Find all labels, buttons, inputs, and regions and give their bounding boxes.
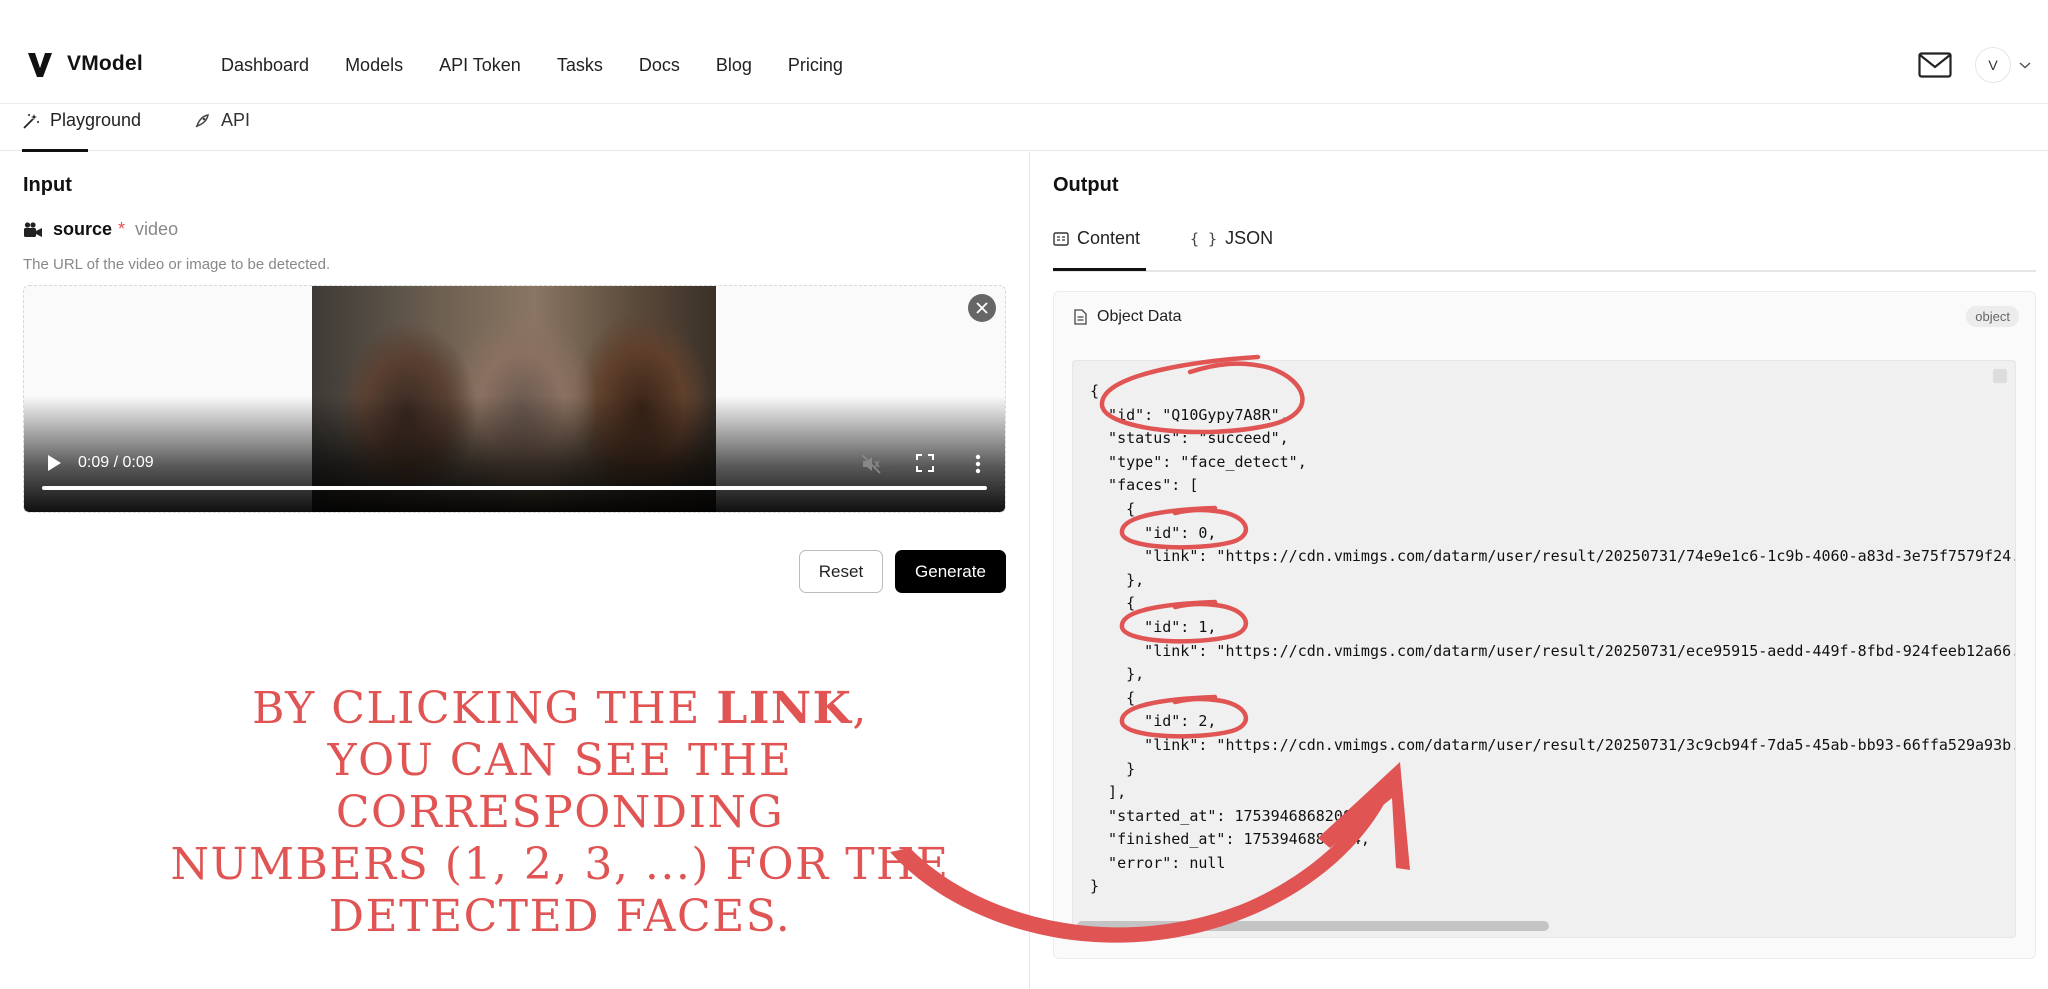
code-line: "type": "face_detect",	[1108, 452, 1307, 471]
annotation-caption: By clicking the link, you can see the co…	[100, 683, 1020, 943]
code-line: }	[1090, 877, 1100, 896]
tab-content[interactable]: Content	[1053, 228, 1140, 249]
logo[interactable]: VModel	[27, 50, 143, 78]
code-line: "link": "https://cdn.vmimgs.com/datarm/u…	[1144, 641, 2016, 660]
source-description: The URL of the video or image to be dete…	[23, 256, 331, 273]
code-line: "id": 2,	[1144, 712, 1217, 731]
active-output-tab-indicator	[1053, 268, 1146, 271]
vmodel-logo-icon	[28, 53, 52, 77]
generate-button[interactable]: Generate	[895, 550, 1006, 593]
horizontal-scrollbar[interactable]	[1077, 921, 1549, 931]
type-badge: object	[1966, 306, 2019, 327]
json-code-viewer[interactable]: { "id": "Q10Gypy7A8R", "status": "succee…	[1072, 360, 2016, 938]
document-icon	[1074, 309, 1087, 325]
nav-pricing[interactable]: Pricing	[788, 55, 843, 76]
code-line: "id": "Q10Gypy7A8R",	[1108, 405, 1289, 424]
object-data-header: Object Data	[1074, 308, 1181, 326]
required-marker: *	[118, 219, 126, 239]
top-navigation-bar: VModel Dashboard Models API Token Tasks …	[0, 0, 2048, 104]
nav-tasks[interactable]: Tasks	[557, 55, 603, 76]
nav-models[interactable]: Models	[345, 55, 403, 76]
mail-icon[interactable]	[1918, 52, 1952, 78]
braces-icon: { }	[1190, 229, 1218, 248]
user-avatar[interactable]: V	[1975, 47, 2011, 83]
video-controls: 0:09 / 0:09	[24, 444, 1005, 484]
app-name: VModel	[67, 52, 143, 75]
video-time: 0:09 / 0:09	[78, 454, 154, 471]
caption-line1-prefix: By clicking the	[252, 683, 717, 734]
tab-api[interactable]: API	[193, 110, 250, 131]
caption-line2: you can see the corresponding	[327, 735, 793, 838]
code-line: {	[1126, 688, 1136, 707]
nav-docs[interactable]: Docs	[639, 55, 680, 76]
tab-json[interactable]: { } JSON	[1190, 228, 1273, 249]
object-data-title: Object Data	[1097, 308, 1182, 325]
code-line: {	[1126, 499, 1136, 518]
video-progress-bar[interactable]	[42, 486, 987, 490]
remove-video-button[interactable]	[968, 294, 996, 322]
content-icon	[1053, 231, 1069, 246]
video-preview[interactable]: 0:09 / 0:09	[23, 285, 1006, 513]
tab-json-label: JSON	[1225, 228, 1274, 248]
muted-icon[interactable]	[861, 454, 881, 474]
nav-blog[interactable]: Blog	[716, 55, 752, 76]
video-camera-icon	[24, 221, 42, 237]
code-line: "finished_at": 1753946883624,	[1108, 830, 1370, 849]
source-field-header: source * video	[23, 219, 178, 240]
caption-line1-bold: link	[716, 683, 853, 734]
code-line: "started_at": 1753946868200,	[1108, 806, 1361, 825]
tab-api-label: API	[221, 110, 251, 130]
code-line: ],	[1108, 783, 1127, 802]
code-line: "link": "https://cdn.vmimgs.com/datarm/u…	[1144, 735, 2016, 754]
more-options-icon[interactable]	[975, 454, 981, 474]
code-line: {	[1126, 594, 1136, 613]
output-panel-title: Output	[1053, 174, 1119, 196]
code-line: "link": "https://cdn.vmimgs.com/datarm/u…	[1144, 547, 2016, 566]
reset-button[interactable]: Reset	[799, 550, 883, 593]
mode-tabs: Playground API	[0, 104, 2048, 152]
play-icon[interactable]	[46, 454, 62, 472]
object-data-card: Object Data object { "id": "Q10Gypy7A8R"…	[1053, 291, 2036, 959]
code-line: },	[1126, 570, 1145, 589]
output-tabs: Content { } JSON	[1053, 216, 2036, 272]
code-line: "id": 0,	[1144, 523, 1217, 542]
fullscreen-icon[interactable]	[916, 454, 934, 472]
code-line: "id": 1,	[1144, 617, 1217, 636]
caption-line3: numbers (1, 2, 3, ...) for the	[170, 839, 950, 890]
chevron-down-icon[interactable]	[2019, 60, 2031, 70]
magic-wand-icon	[23, 113, 39, 129]
source-type: video	[135, 219, 179, 239]
main-nav: Dashboard Models API Token Tasks Docs Bl…	[221, 55, 843, 76]
tab-playground[interactable]: Playground	[22, 110, 141, 131]
nav-api-token[interactable]: API Token	[439, 55, 521, 76]
panel-divider	[1029, 152, 1030, 989]
caption-line4: detected faces.	[328, 891, 792, 942]
close-icon	[976, 302, 988, 314]
tab-playground-label: Playground	[50, 110, 142, 130]
tab-content-label: Content	[1077, 228, 1141, 248]
input-panel-title: Input	[23, 174, 72, 196]
code-line: "faces": [	[1108, 476, 1199, 495]
code-line: "status": "succeed",	[1108, 429, 1289, 448]
code-line: }	[1126, 759, 1136, 778]
code-line: },	[1126, 665, 1145, 684]
code-line: {	[1090, 382, 1100, 400]
json-code: { "id": "Q10Gypy7A8R", "status": "succee…	[1090, 380, 2016, 899]
nav-dashboard[interactable]: Dashboard	[221, 55, 309, 76]
rocket-icon	[195, 113, 209, 128]
source-label: source	[53, 219, 113, 239]
code-line: "error": null	[1108, 853, 1226, 872]
caption-line1-suffix: ,	[852, 683, 868, 734]
active-tab-indicator	[22, 149, 88, 152]
